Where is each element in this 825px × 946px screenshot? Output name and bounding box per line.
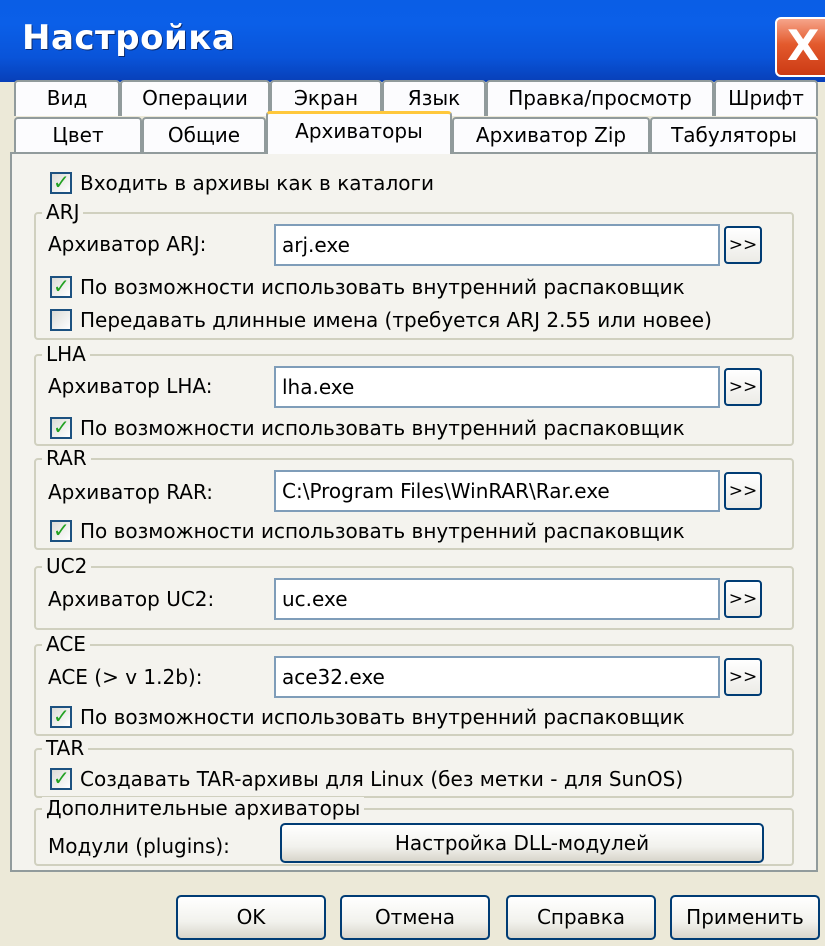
arj-path-input[interactable]: arj.exe: [274, 224, 720, 266]
tab-operations[interactable]: Операции: [120, 80, 270, 116]
arj-path-label: Архиватор ARJ:: [48, 232, 207, 256]
close-icon: X: [787, 21, 820, 70]
ace-group-title: ACE: [42, 633, 90, 655]
ok-button[interactable]: OK: [176, 895, 326, 940]
check-icon: ✓: [53, 415, 70, 439]
window-title: Настройка: [22, 18, 236, 58]
plugins-label: Модули (plugins):: [48, 834, 230, 858]
lha-internal-unpacker-checkbox[interactable]: ✓: [50, 415, 72, 439]
ace-internal-unpacker-checkbox[interactable]: ✓: [50, 704, 72, 728]
tab-archivers[interactable]: Архиваторы: [266, 111, 452, 154]
check-icon: ✓: [53, 274, 70, 298]
ace-path-input[interactable]: ace32.exe: [274, 656, 720, 698]
uc2-group-title: UC2: [42, 555, 92, 577]
uc2-path-label: Архиватор UC2:: [48, 587, 215, 611]
rar-path-label: Архиватор RAR:: [48, 480, 213, 504]
check-icon: ✓: [53, 170, 70, 194]
tab-edit-view[interactable]: Правка/просмотр: [486, 80, 714, 116]
arj-group-title: ARJ: [42, 201, 84, 223]
dll-modules-settings-button[interactable]: Настройка DLL-модулей: [280, 823, 764, 863]
rar-path-input[interactable]: C:\Program Files\WinRAR\Rar.exe: [274, 470, 720, 512]
lha-path-label: Архиватор LHA:: [48, 374, 213, 398]
lha-browse-button[interactable]: >>: [724, 368, 762, 406]
title-bar[interactable]: Настройка X: [0, 0, 825, 82]
arj-browse-button[interactable]: >>: [724, 226, 762, 264]
tar-linux-label: Создавать TAR-архивы для Linux (без метк…: [80, 767, 684, 791]
rar-browse-button[interactable]: >>: [724, 472, 762, 510]
enter-archives-label: Входить в архивы как в каталоги: [80, 171, 434, 195]
arj-long-names-checkbox[interactable]: [50, 309, 72, 331]
ace-path-label: ACE (> v 1.2b):: [48, 665, 203, 689]
rar-group-title: RAR: [42, 447, 91, 469]
tab-font[interactable]: Шрифт: [714, 80, 818, 116]
help-button[interactable]: Справка: [506, 895, 656, 940]
lha-path-input[interactable]: lha.exe: [274, 366, 720, 408]
extra-archivers-group-title: Дополнительные архиваторы: [42, 797, 365, 819]
settings-dialog: Настройка X Вид Операции Экран Язык Прав…: [0, 0, 825, 946]
arj-internal-unpacker-label: По возможности использовать внутренний р…: [80, 275, 685, 299]
check-icon: ✓: [53, 766, 70, 790]
check-icon: ✓: [53, 704, 70, 728]
ace-internal-unpacker-label: По возможности использовать внутренний р…: [80, 705, 685, 729]
lha-group-title: LHA: [42, 343, 90, 365]
tar-linux-checkbox[interactable]: ✓: [50, 766, 72, 790]
cancel-button[interactable]: Отмена: [340, 895, 490, 940]
rar-internal-unpacker-checkbox[interactable]: ✓: [50, 518, 72, 542]
arj-long-names-label: Передавать длинные имена (требуется ARJ …: [80, 308, 712, 332]
rar-internal-unpacker-label: По возможности использовать внутренний р…: [80, 519, 685, 543]
ace-browse-button[interactable]: >>: [724, 658, 762, 696]
uc2-path-input[interactable]: uc.exe: [274, 578, 720, 620]
lha-internal-unpacker-label: По возможности использовать внутренний р…: [80, 416, 685, 440]
archivers-panel: ✓ Входить в архивы как в каталоги ARJ Ар…: [10, 152, 818, 872]
check-icon: ✓: [53, 518, 70, 542]
tab-archiver-zip[interactable]: Архиватор Zip: [452, 117, 650, 153]
tab-tabulators[interactable]: Табуляторы: [650, 117, 818, 153]
uc2-browse-button[interactable]: >>: [724, 580, 762, 618]
tab-vid[interactable]: Вид: [14, 80, 120, 116]
apply-button[interactable]: Применить: [670, 895, 820, 940]
arj-internal-unpacker-checkbox[interactable]: ✓: [50, 274, 72, 298]
tar-group-title: TAR: [42, 737, 89, 759]
tab-color[interactable]: Цвет: [14, 117, 142, 153]
tab-general[interactable]: Общие: [142, 117, 266, 153]
enter-archives-checkbox[interactable]: ✓: [50, 170, 72, 194]
close-button[interactable]: X: [775, 17, 825, 77]
